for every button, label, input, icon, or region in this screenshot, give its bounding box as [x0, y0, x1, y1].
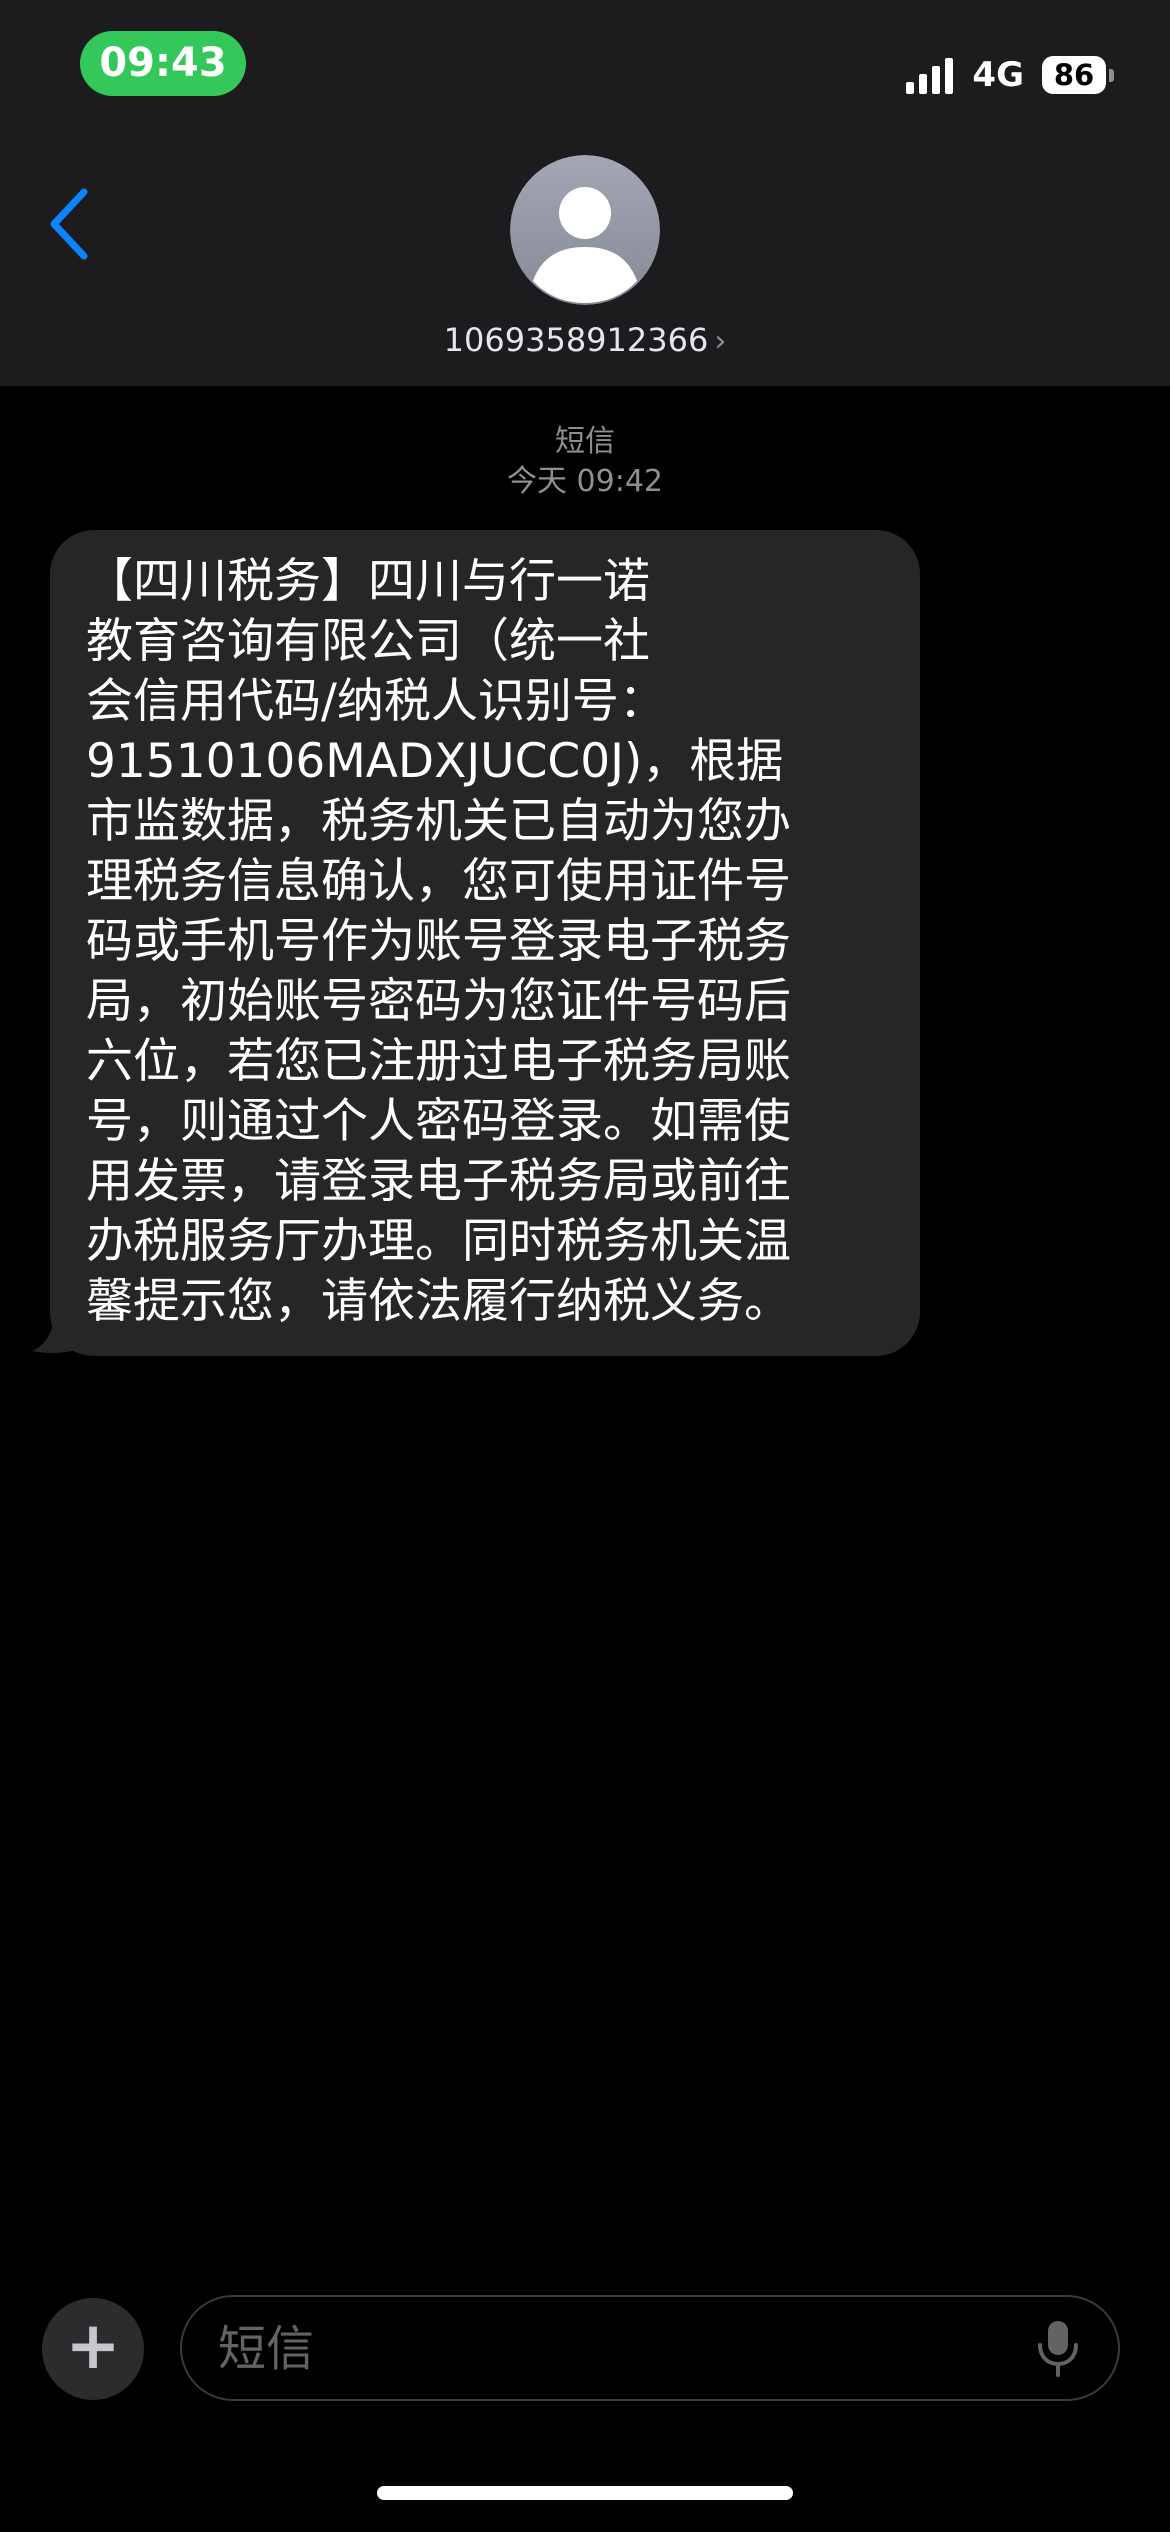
status-indicators: 4G 86: [906, 50, 1114, 100]
microphone-icon[interactable]: [1036, 2319, 1080, 2377]
message-bubble[interactable]: 【四川税务】四川与行一诺 教育咨询有限公司（统一社 会信用代码/纳税人识别号： …: [50, 530, 920, 1356]
person-icon: [510, 155, 660, 305]
message-input-box[interactable]: [180, 2295, 1120, 2401]
navigation-header: 09:43 4G 86 1069358912366 ›: [0, 0, 1170, 386]
network-type: 4G: [972, 55, 1024, 95]
plus-button[interactable]: +: [42, 2298, 144, 2400]
battery-icon: 86: [1042, 56, 1106, 94]
contact-name[interactable]: 1069358912366 ›: [0, 318, 1170, 364]
signal-strength-icon: [906, 56, 958, 94]
service-label: 短信: [555, 424, 615, 459]
chevron-right-icon: ›: [714, 324, 727, 359]
contact-number: 1069358912366: [443, 321, 709, 359]
home-indicator[interactable]: [377, 2486, 793, 2500]
chevron-left-icon[interactable]: [44, 186, 94, 262]
thread-info: 短信 今天 09:42: [0, 422, 1170, 502]
message-input[interactable]: [216, 2297, 1000, 2401]
battery-level: 86: [1053, 58, 1095, 92]
contact-avatar[interactable]: [510, 155, 660, 305]
status-time-pill[interactable]: 09:43: [80, 31, 246, 96]
message-timestamp: 今天 09:42: [507, 464, 663, 499]
battery-cap: [1109, 68, 1114, 82]
